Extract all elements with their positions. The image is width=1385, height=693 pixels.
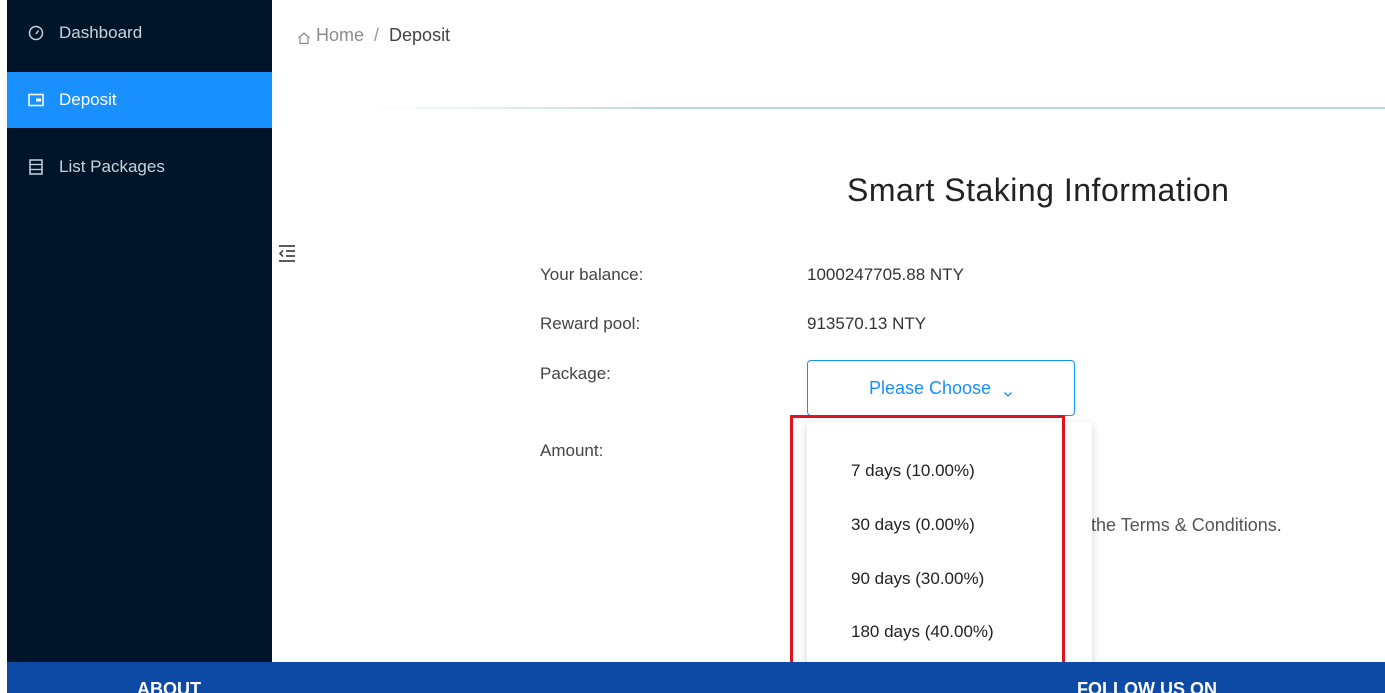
sidebar-item-list-packages[interactable]: List Packages [7, 139, 272, 195]
sidebar-item-deposit[interactable]: Deposit [7, 72, 272, 128]
header-divider [370, 107, 1385, 109]
home-icon [297, 29, 311, 44]
footer: ABOUT FOLLOW US ON [7, 662, 1385, 693]
footer-follow-heading: FOLLOW US ON [1077, 679, 1217, 693]
footer-about-heading: ABOUT [137, 679, 201, 693]
package-dropdown: 7 days (10.00%) 30 days (0.00%) 90 days … [807, 422, 1092, 680]
balance-label: Your balance: [540, 265, 644, 284]
breadcrumb-separator: / [374, 25, 380, 45]
terms-text: the Terms & Conditions. [1091, 515, 1282, 535]
breadcrumb-current: Deposit [389, 25, 451, 45]
sidebar-item-label: Deposit [59, 90, 117, 109]
package-select-value: Please Choose [868, 377, 992, 398]
gauge-icon [27, 24, 45, 42]
sidebar-item-label: List Packages [59, 157, 165, 176]
reward-pool-label: Reward pool: [540, 314, 641, 333]
sidebar: Dashboard Deposit List Packages [7, 0, 272, 662]
dropdown-option[interactable]: 7 days (10.00%) [851, 461, 975, 481]
balance-value: 1000247705.88 NTY [807, 265, 964, 284]
breadcrumb-home-link[interactable]: Home [316, 25, 364, 46]
list-icon [27, 158, 45, 176]
dropdown-option[interactable]: 180 days (40.00%) [851, 622, 994, 642]
package-label: Package: [540, 364, 611, 383]
chevron-down-icon [1003, 383, 1013, 397]
breadcrumb: Home / Deposit [297, 25, 450, 46]
package-select[interactable]: Please Choose [807, 360, 1075, 416]
reward-pool-value: 913570.13 NTY [807, 314, 927, 333]
amount-label: Amount: [540, 441, 604, 460]
wallet-icon [27, 91, 45, 109]
sidebar-item-label: Dashboard [59, 23, 143, 42]
sidebar-item-dashboard[interactable]: Dashboard [7, 5, 272, 61]
dropdown-option[interactable]: 90 days (30.00%) [851, 569, 984, 589]
dropdown-option[interactable]: 30 days (0.00%) [851, 515, 975, 535]
page-title: Smart Staking Information [847, 172, 1230, 208]
menu-collapse-icon[interactable] [277, 243, 299, 265]
